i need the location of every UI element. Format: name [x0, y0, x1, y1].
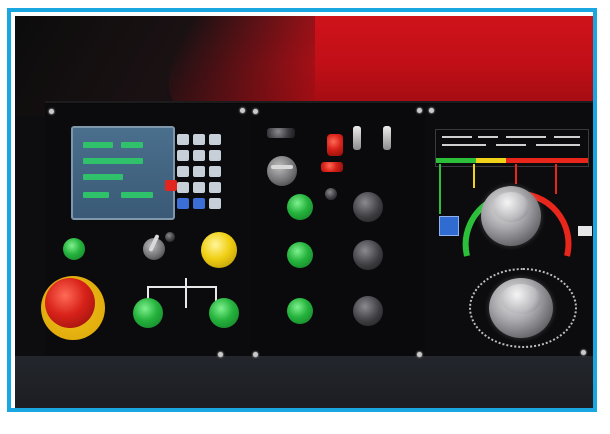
pushbutton-icon[interactable]	[287, 194, 313, 220]
keypad-key-red[interactable]	[165, 180, 177, 191]
keypad-key[interactable]	[209, 198, 221, 209]
pushbutton-icon[interactable]	[133, 298, 163, 328]
keypad-key[interactable]	[177, 134, 189, 145]
display-segment	[83, 174, 123, 180]
toggle-switch-icon[interactable]	[383, 126, 391, 150]
white-indicator-tag	[578, 226, 592, 236]
screw	[429, 108, 434, 113]
toggle-switch-icon[interactable]	[353, 126, 361, 150]
label-text	[442, 136, 472, 138]
emergency-stop-icon[interactable]	[45, 278, 95, 328]
indicator-lamp	[321, 162, 343, 172]
pushbutton-icon[interactable]	[353, 240, 383, 270]
control-panel-photo	[15, 16, 593, 408]
selector-switch-icon[interactable]	[143, 233, 165, 260]
function-label-strip	[435, 129, 589, 167]
keypad-key[interactable]	[209, 150, 221, 161]
screw	[581, 350, 586, 355]
keypad-key[interactable]	[193, 150, 205, 161]
pushbutton-icon[interactable]	[353, 192, 383, 222]
keypad-key[interactable]	[209, 182, 221, 193]
display-segment	[83, 142, 113, 148]
screw	[253, 352, 258, 357]
photo-border	[7, 8, 597, 412]
screw	[218, 352, 223, 357]
keypad-key-blue[interactable]	[177, 198, 189, 209]
screw	[253, 109, 258, 114]
pushbutton-icon[interactable]	[287, 298, 313, 324]
keypad-key[interactable]	[177, 182, 189, 193]
label-text	[478, 136, 498, 138]
knob-cap	[493, 192, 529, 222]
indicator-bar-yellow	[476, 158, 506, 163]
indicator-lamp	[165, 232, 175, 242]
keypad-key[interactable]	[193, 182, 205, 193]
indicator-lamp	[325, 188, 337, 200]
display-segment	[83, 158, 143, 164]
screw	[49, 109, 54, 114]
selector-switch-icon[interactable]	[267, 156, 297, 186]
keypad-key[interactable]	[177, 150, 189, 161]
blue-indicator-tag	[439, 216, 459, 236]
keypad-key[interactable]	[177, 166, 189, 177]
leader-line	[439, 164, 441, 214]
screw	[417, 352, 422, 357]
display-segment	[121, 142, 143, 148]
keypad-icon	[165, 134, 235, 216]
display-segment	[83, 192, 109, 198]
label-text	[506, 136, 546, 138]
display-icon[interactable]	[71, 126, 175, 220]
screw	[240, 108, 245, 113]
pushbutton-icon[interactable]	[353, 296, 383, 326]
pushbutton-icon[interactable]	[63, 238, 85, 260]
label-text	[496, 144, 526, 146]
machine-base	[15, 356, 593, 408]
keypad-key[interactable]	[193, 166, 205, 177]
selector-lever	[271, 165, 293, 169]
indicator-lamp	[327, 134, 343, 156]
keypad-key[interactable]	[209, 134, 221, 145]
diagram-line	[147, 286, 217, 288]
pushbutton-icon[interactable]	[209, 298, 239, 328]
indicator-bar-green	[436, 158, 476, 163]
diagram-line	[185, 278, 187, 308]
photo-frame	[0, 0, 610, 434]
keypad-key[interactable]	[193, 134, 205, 145]
keypad-key[interactable]	[209, 166, 221, 177]
indicator-bar-red	[506, 158, 588, 163]
display-segment	[121, 192, 153, 198]
screw	[417, 108, 422, 113]
label-text	[554, 136, 580, 138]
key-switch-label	[267, 128, 295, 138]
label-text	[442, 144, 486, 146]
pushbutton-icon[interactable]	[287, 242, 313, 268]
pushbutton-icon[interactable]	[201, 232, 237, 268]
label-text	[536, 144, 580, 146]
knob-cap	[501, 284, 541, 314]
keypad-key-blue[interactable]	[193, 198, 205, 209]
